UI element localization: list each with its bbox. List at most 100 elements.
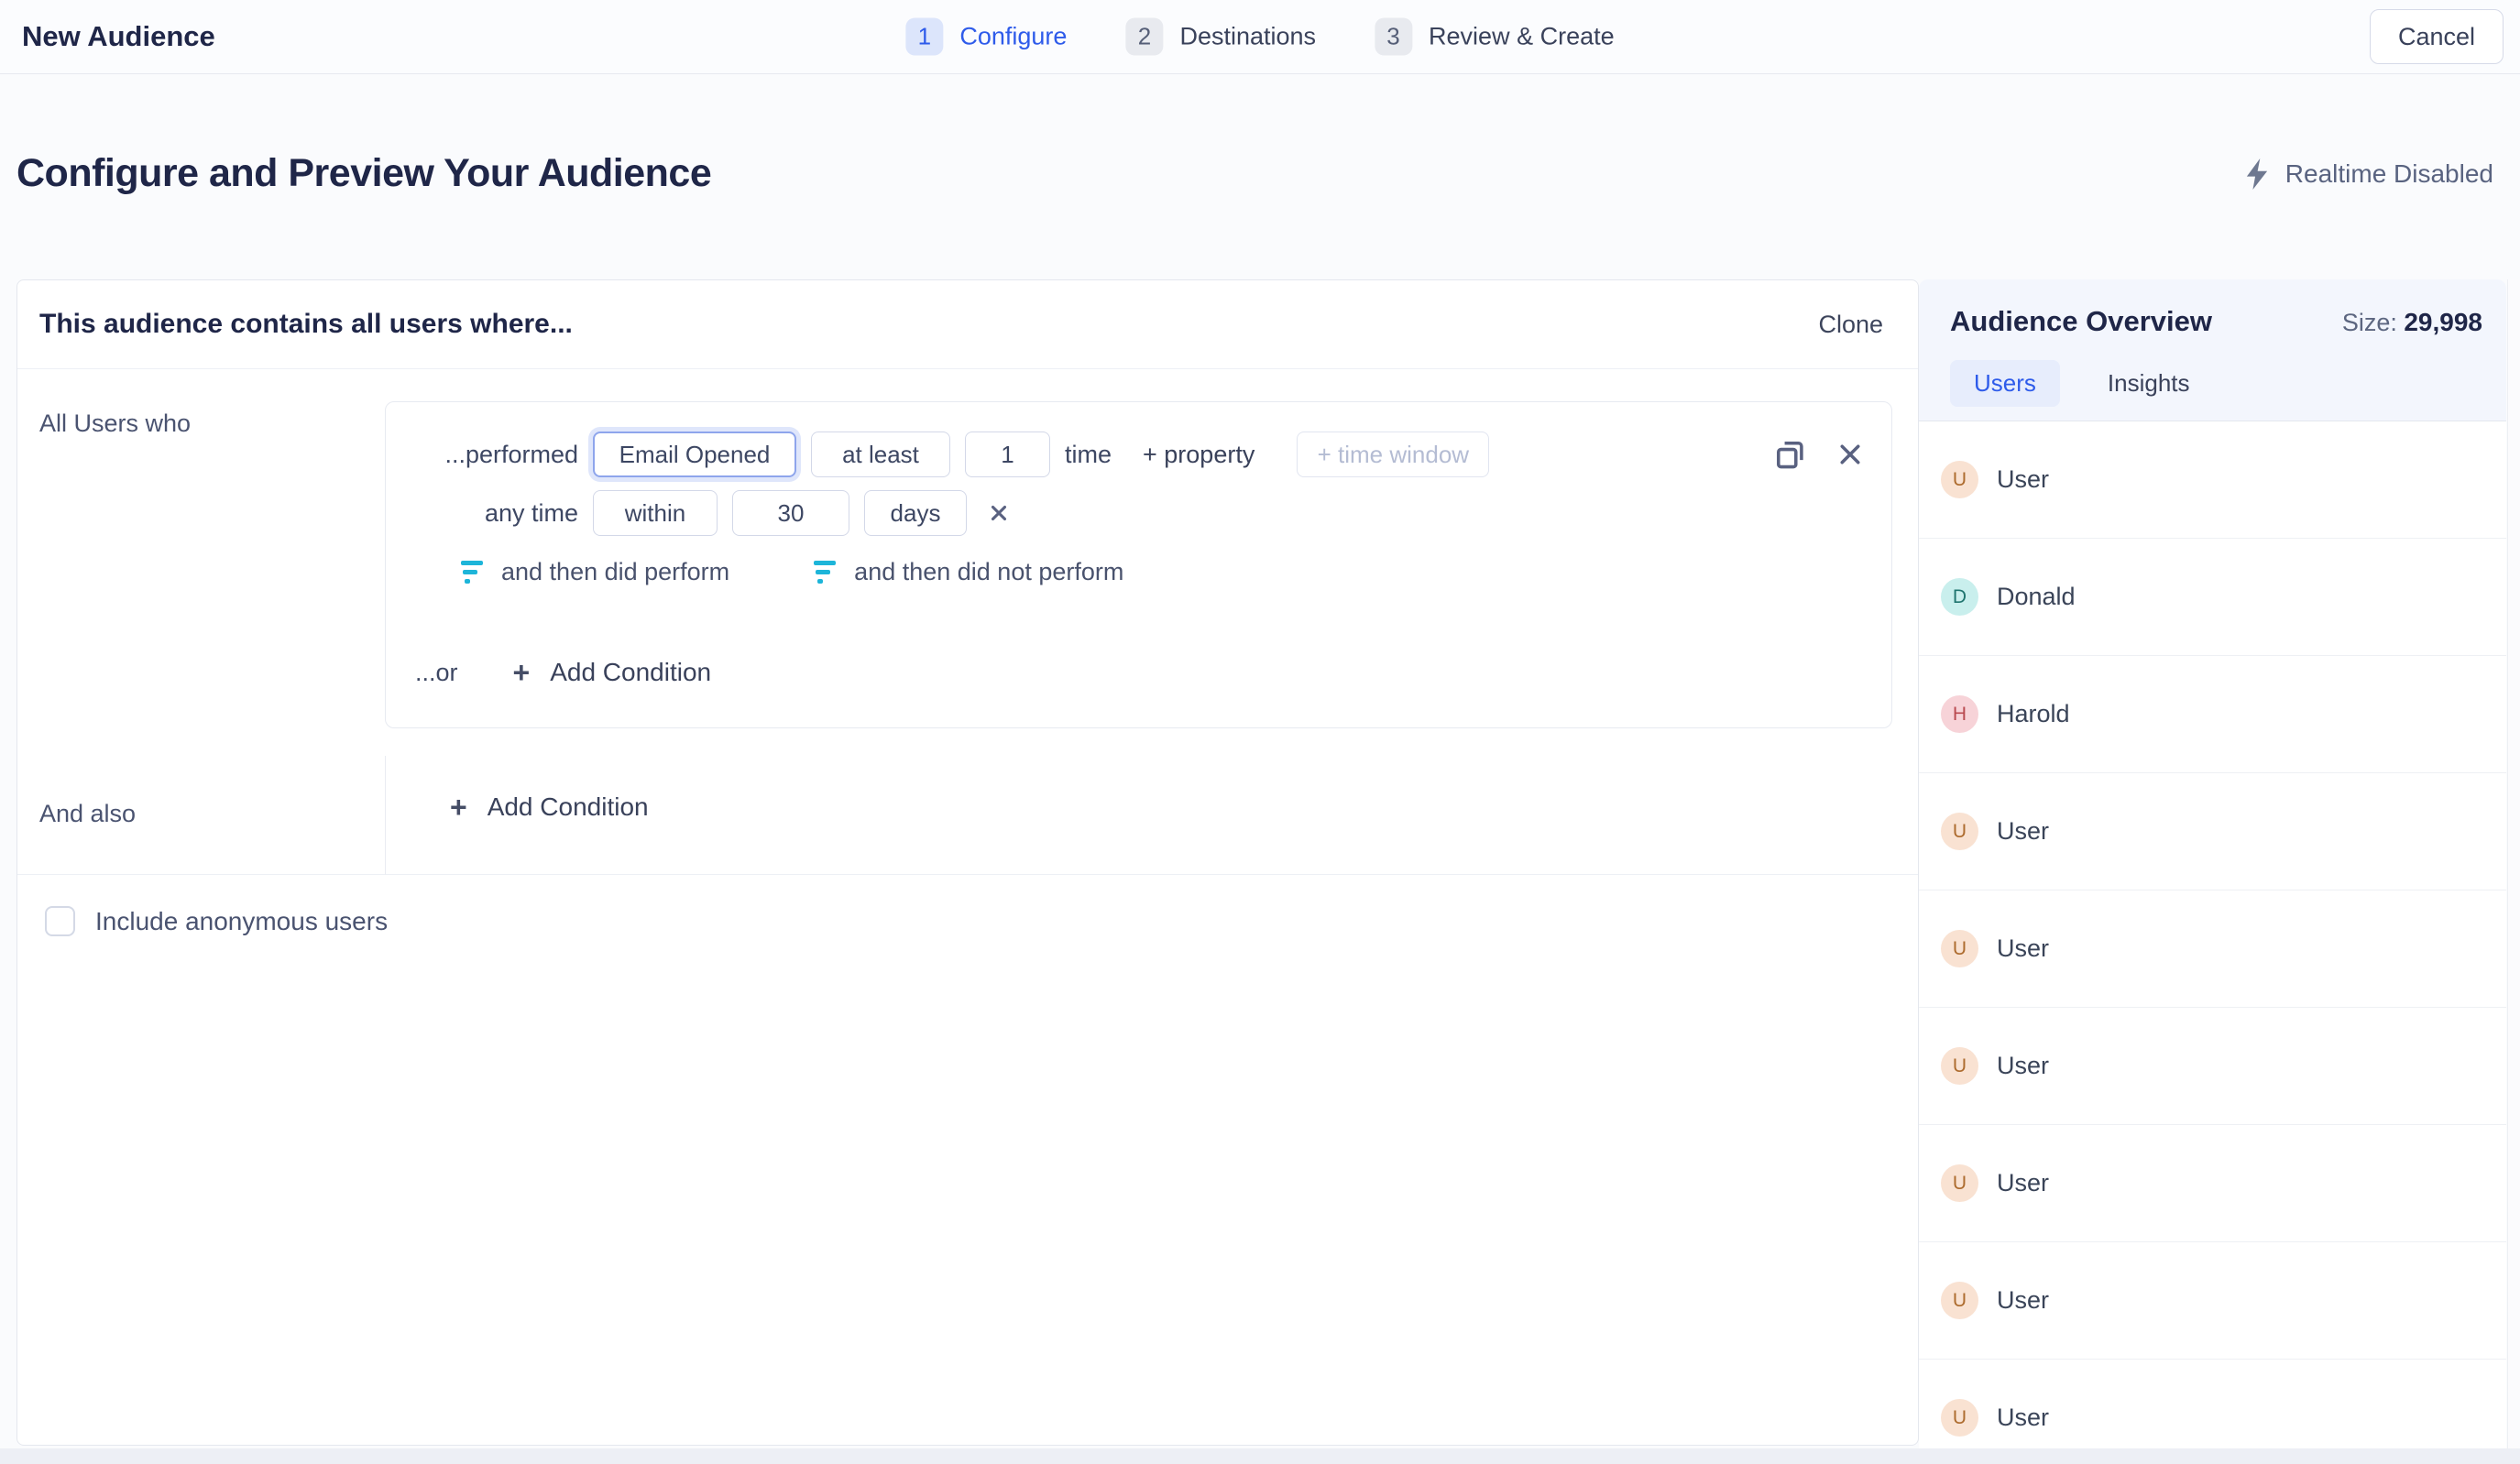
top-bar: New Audience 1 Configure 2 Destinations … — [0, 0, 2520, 74]
overview-header: Audience Overview Size: 29,998 Users Ins… — [1919, 279, 2506, 421]
avatar: U — [1941, 1399, 1978, 1437]
and-then-did-perform-label: and then did perform — [501, 558, 729, 586]
tab-users[interactable]: Users — [1950, 360, 2060, 407]
window-operator-select[interactable]: within — [593, 490, 718, 536]
user-name: User — [1997, 817, 2049, 846]
user-name: User — [1997, 465, 2049, 494]
avatar: H — [1941, 695, 1978, 733]
count-suffix-label: time — [1065, 441, 1112, 469]
audience-builder-card: This audience contains all users where..… — [16, 279, 1919, 1446]
cancel-button[interactable]: Cancel — [2370, 9, 2504, 64]
avatar: U — [1941, 1164, 1978, 1202]
x-icon — [1836, 441, 1864, 468]
horizontal-scrollbar-track[interactable] — [0, 1448, 2520, 1464]
size-label: Size: — [2342, 309, 2397, 336]
step-label: Review & Create — [1429, 23, 1615, 51]
realtime-status: Realtime Disabled — [2243, 158, 2493, 190]
funnel-icon — [461, 561, 483, 584]
condition-group: ...performed Email Opened at least 1 tim… — [385, 401, 1892, 728]
include-anonymous-checkbox[interactable] — [45, 906, 75, 936]
plus-icon: + — [450, 792, 467, 822]
and-then-did-perform-button[interactable]: and then did perform — [461, 558, 729, 586]
step-label: Destinations — [1179, 23, 1316, 51]
user-preview-list: U User D Donald H Harold U User U User U… — [1919, 421, 2506, 1464]
add-condition-label: Add Condition — [488, 792, 649, 822]
step-configure[interactable]: 1 Configure — [905, 18, 1067, 56]
user-name: User — [1997, 934, 2049, 963]
user-list-item[interactable]: D Donald — [1919, 539, 2506, 656]
page-header: Configure and Preview Your Audience Real… — [16, 151, 2493, 196]
avatar: U — [1941, 1047, 1978, 1085]
avatar: D — [1941, 578, 1978, 616]
avatar: U — [1941, 930, 1978, 967]
remove-condition-button[interactable] — [1836, 441, 1864, 468]
window-unit-select[interactable]: days — [864, 490, 967, 536]
user-list-item[interactable]: U User — [1919, 1125, 2506, 1242]
condition-row-or: ...or + Add Condition — [415, 658, 1864, 687]
user-list-item[interactable]: H Harold — [1919, 656, 2506, 773]
page-title: New Audience — [22, 20, 215, 53]
user-name: User — [1997, 1404, 2049, 1432]
add-time-window-button[interactable]: + time window — [1297, 432, 1489, 477]
and-then-did-not-perform-button[interactable]: and then did not perform — [814, 558, 1123, 586]
condition-section-and-also: And also + Add Condition — [17, 756, 1918, 875]
user-name: User — [1997, 1286, 2049, 1315]
clone-button[interactable]: Clone — [1818, 311, 1883, 339]
avatar: U — [1941, 1282, 1978, 1319]
add-and-condition-button[interactable]: + Add Condition — [450, 792, 649, 822]
include-anonymous-label: Include anonymous users — [95, 907, 388, 936]
avatar: U — [1941, 813, 1978, 850]
panel-scrollbar-track[interactable] — [2507, 279, 2520, 1448]
page-heading: Configure and Preview Your Audience — [16, 151, 711, 196]
user-list-item[interactable]: U User — [1919, 421, 2506, 539]
or-label: ...or — [415, 659, 458, 687]
add-property-button[interactable]: + property — [1143, 441, 1255, 469]
step-review-create[interactable]: 3 Review & Create — [1375, 18, 1615, 56]
section-label-and-also: And also — [17, 756, 385, 875]
performed-label: ...performed — [443, 441, 578, 469]
add-or-condition-button[interactable]: + Add Condition — [513, 658, 712, 687]
anonymous-users-row: Include anonymous users — [17, 875, 1918, 936]
user-name: Donald — [1997, 583, 2076, 611]
and-then-did-not-perform-label: and then did not perform — [854, 558, 1123, 586]
overview-title: Audience Overview — [1950, 305, 2212, 338]
realtime-status-label: Realtime Disabled — [2285, 159, 2493, 189]
user-list-item[interactable]: U User — [1919, 890, 2506, 1008]
overview-tabs: Users Insights — [1950, 360, 2482, 407]
step-number-badge: 2 — [1125, 18, 1163, 56]
user-name: Harold — [1997, 700, 2070, 728]
avatar: U — [1941, 461, 1978, 498]
step-number-badge: 1 — [905, 18, 943, 56]
wizard-stepper: 1 Configure 2 Destinations 3 Review & Cr… — [905, 18, 1614, 56]
builder-card-title: This audience contains all users where..… — [39, 309, 573, 340]
step-destinations[interactable]: 2 Destinations — [1125, 18, 1316, 56]
user-list-item[interactable]: U User — [1919, 773, 2506, 890]
event-select[interactable]: Email Opened — [593, 432, 796, 477]
count-input[interactable]: 1 — [965, 432, 1050, 477]
section-label-all-users-who: All Users who — [17, 369, 385, 728]
user-list-item[interactable]: U User — [1919, 1008, 2506, 1125]
condition-row-event: ...performed Email Opened at least 1 tim… — [415, 432, 1864, 477]
size-value: 29,998 — [2404, 308, 2482, 336]
user-name: User — [1997, 1169, 2049, 1197]
duplicate-icon — [1772, 437, 1807, 472]
condition-row-time-window: any time within 30 days — [415, 490, 1864, 536]
funnel-icon — [814, 561, 836, 584]
audience-overview-panel: Audience Overview Size: 29,998 Users Ins… — [1919, 279, 2506, 1464]
audience-size: Size: 29,998 — [2342, 308, 2482, 337]
condition-row-actions — [1772, 437, 1864, 472]
anytime-label: any time — [443, 499, 578, 528]
user-name: User — [1997, 1052, 2049, 1080]
condition-section-all-users: All Users who ...performed Email Opened … — [17, 369, 1918, 756]
lightning-bolt-icon — [2243, 158, 2271, 190]
add-condition-label: Add Condition — [550, 658, 711, 687]
tab-insights[interactable]: Insights — [2084, 360, 2214, 407]
x-icon — [987, 501, 1011, 525]
duplicate-condition-button[interactable] — [1772, 437, 1807, 472]
remove-time-window-button[interactable] — [987, 501, 1011, 525]
builder-card-header: This audience contains all users where..… — [17, 280, 1918, 369]
operator-select[interactable]: at least — [811, 432, 950, 477]
plus-icon: + — [513, 658, 531, 687]
window-count-input[interactable]: 30 — [732, 490, 849, 536]
user-list-item[interactable]: U User — [1919, 1242, 2506, 1360]
